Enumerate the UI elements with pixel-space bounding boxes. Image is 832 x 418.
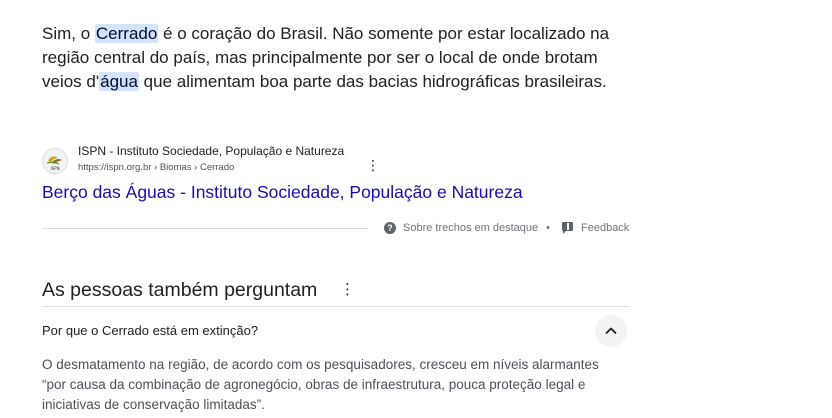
paa-question-row[interactable]: Por que o Cerrado está em extinção? (42, 313, 630, 349)
paa-heading: As pessoas também perguntam (42, 279, 318, 301)
source-url[interactable]: https://ispn.org.br › Biomas › Cerrado (78, 162, 234, 174)
snippet-highlight: Cerrado (94, 24, 159, 43)
collapse-button[interactable] (595, 315, 627, 347)
source-attribution[interactable]: ISPN ISPN - Instituto Sociedade, Populaç… (42, 144, 642, 178)
ispn-logo-icon: ISPN (42, 148, 68, 174)
paa-question-text[interactable]: Por que o Cerrado está em extinção? (42, 322, 258, 340)
paa-answer-text: O desmatamento na região, de acordo com … (42, 357, 599, 412)
feedback-link[interactable]: Feedback (581, 221, 629, 235)
chevron-up-icon (605, 327, 617, 334)
featured-snippet-text: Sim, o Cerrado é o coração do Brasil. Nã… (42, 22, 642, 94)
snippet-text-part: que alimentam boa parte das bacias hidro… (138, 72, 607, 91)
feedback-icon[interactable] (562, 222, 573, 234)
svg-text:ISPN: ISPN (50, 166, 59, 171)
help-icon[interactable]: ? (384, 222, 396, 234)
about-snippets-link[interactable]: Sobre trechos em destaque (403, 221, 538, 235)
source-site-name[interactable]: ISPN - Instituto Sociedade, População e … (78, 144, 344, 159)
snippet-highlight: água (99, 72, 139, 91)
separator-dot: • (546, 222, 550, 234)
more-options-icon[interactable]: ⋮ (366, 158, 380, 172)
snippet-meta-row: ? Sobre trechos em destaque • Feedback (42, 218, 630, 238)
paa-more-options-icon[interactable]: ⋮ (340, 281, 355, 299)
divider (42, 306, 630, 307)
divider (42, 228, 368, 229)
result-title-link[interactable]: Berço das Águas - Instituto Sociedade, P… (42, 181, 523, 203)
snippet-text-part: Sim, o (42, 24, 95, 43)
